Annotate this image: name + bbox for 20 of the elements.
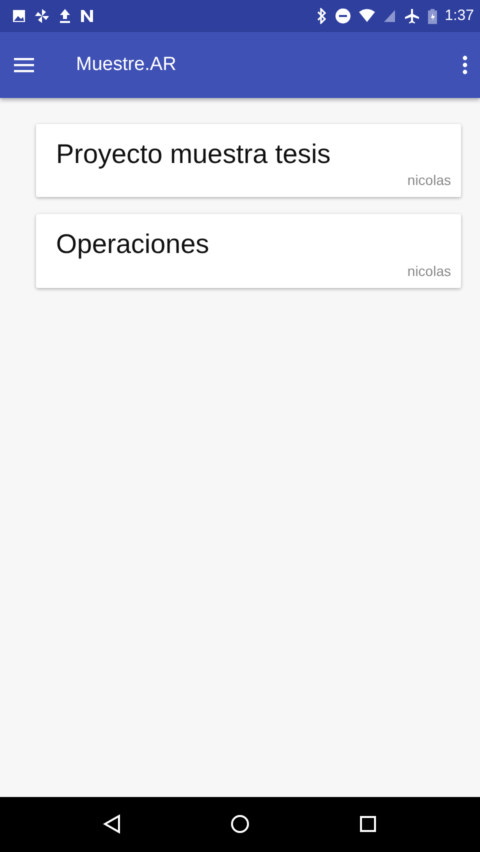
airplane-icon bbox=[404, 8, 420, 24]
project-card[interactable]: Proyecto muestra tesis nicolas bbox=[36, 124, 461, 198]
back-button[interactable] bbox=[102, 812, 121, 836]
project-owner: nicolas bbox=[406, 171, 451, 190]
upload-icon bbox=[58, 8, 72, 24]
n-logo-icon bbox=[80, 9, 94, 23]
project-card[interactable]: Operaciones nicolas bbox=[36, 214, 461, 288]
clock-time: 1:37 bbox=[444, 6, 474, 26]
project-owner: nicolas bbox=[406, 262, 451, 281]
project-title: Proyecto muestra tesis bbox=[56, 138, 332, 170]
do-not-disturb-icon bbox=[334, 8, 351, 24]
wifi-icon bbox=[358, 9, 375, 23]
battery-icon bbox=[428, 8, 437, 24]
bluetooth-icon bbox=[316, 8, 327, 24]
more-options-button[interactable] bbox=[462, 53, 468, 77]
app-title: Muestre.AR bbox=[76, 52, 176, 77]
signal-icon bbox=[382, 9, 396, 23]
project-title: Operaciones bbox=[56, 228, 210, 261]
pinwheel-icon bbox=[34, 8, 50, 24]
image-icon bbox=[12, 9, 26, 23]
